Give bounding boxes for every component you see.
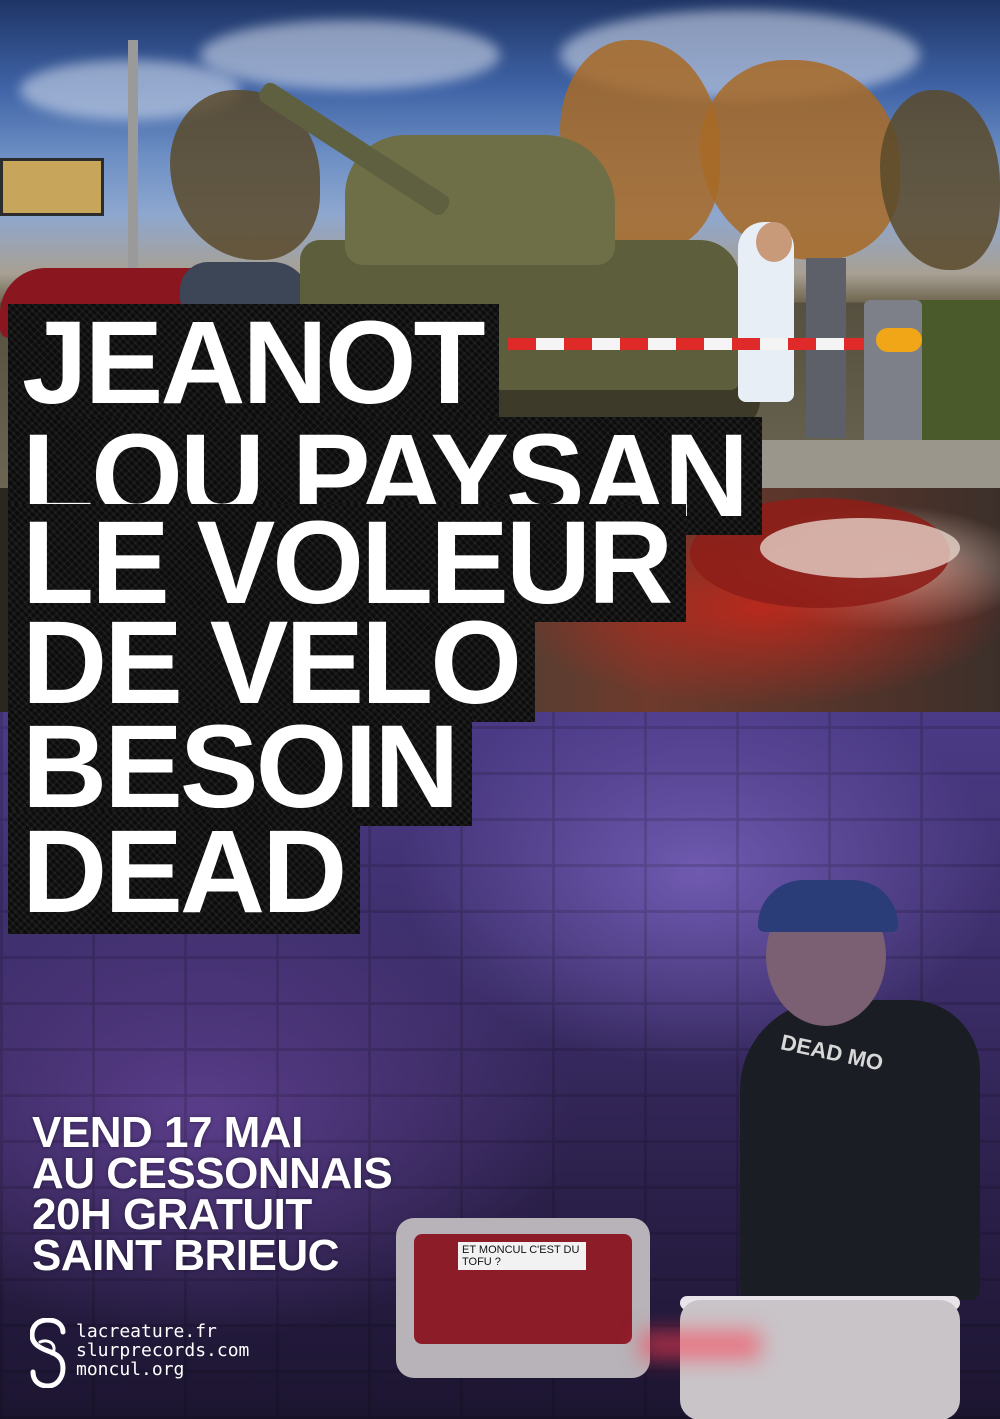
- event-venue: AU CESSONNAIS: [32, 1149, 393, 1198]
- utility-pole: [128, 40, 138, 280]
- event-time-price: 20H GRATUIT: [32, 1190, 312, 1239]
- cloud: [200, 20, 500, 90]
- curb: [760, 440, 1000, 488]
- autumn-tree: [880, 90, 1000, 270]
- concert-poster: DEAD MO ET MONCUL C'EST DU TOFU ? JEANOT…: [0, 0, 1000, 1419]
- billboard: [0, 158, 104, 216]
- link-slurprecords[interactable]: slurprecords.com: [76, 1341, 249, 1360]
- event-details: VEND 17 MAI AU CESSONNAIS 20H GRATUIT SA…: [32, 1108, 393, 1280]
- event-city: SAINT BRIEUC: [32, 1231, 339, 1280]
- shirt-text: DEAD MO: [778, 1029, 886, 1076]
- website-links: lacreature.fr slurprecords.com moncul.or…: [76, 1322, 249, 1379]
- slur-s-logo-icon: [30, 1318, 66, 1388]
- band-name: JEANOT: [8, 304, 499, 422]
- drummer-body: DEAD MO: [740, 1000, 980, 1300]
- barrier-arm: [508, 338, 880, 350]
- stage-light: [640, 1330, 760, 1360]
- drummer-cap: [758, 880, 898, 932]
- amp-sticker: ET MONCUL C'EST DU TOFU ?: [458, 1242, 586, 1270]
- band-name: DEAD: [8, 810, 360, 934]
- tank-turret: [345, 135, 615, 265]
- event-date: VEND 17 MAI: [32, 1108, 303, 1157]
- teeth: [760, 518, 960, 578]
- autumn-tree: [700, 60, 900, 260]
- link-moncul[interactable]: moncul.org: [76, 1360, 249, 1379]
- link-lacreature[interactable]: lacreature.fr: [76, 1322, 249, 1341]
- barrier-light: [876, 328, 922, 352]
- man-head: [756, 222, 792, 262]
- amp-grille: ET MONCUL C'EST DU TOFU ?: [414, 1234, 632, 1344]
